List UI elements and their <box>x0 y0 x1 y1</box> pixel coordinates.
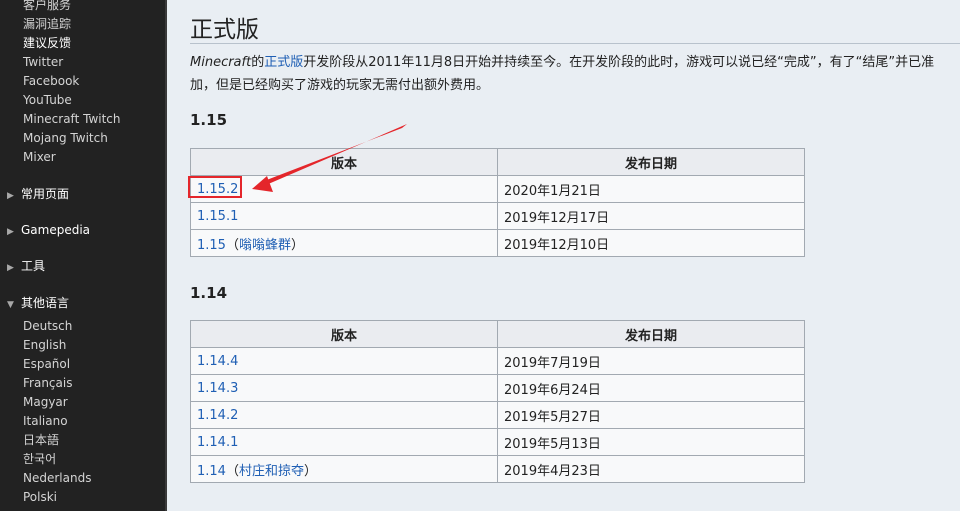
sidebar-link-facebook[interactable]: Facebook <box>23 72 79 91</box>
lang-link-italiano[interactable]: Italiano <box>23 412 68 431</box>
lang-link-espanol[interactable]: Español <box>23 355 70 374</box>
sidebar-section-gamepedia[interactable]: ▶ Gamepedia <box>7 220 90 240</box>
chevron-right-icon: ▶ <box>7 263 14 273</box>
sidebar-link-youtube[interactable]: YouTube <box>23 91 72 110</box>
main-content: 正式版 Minecraft的正式版开发阶段从2011年11月8日开始并持续至今。… <box>167 0 960 511</box>
lang-link-francais[interactable]: Français <box>23 374 72 393</box>
chevron-down-icon: ▼ <box>7 300 14 310</box>
chevron-right-icon: ▶ <box>7 191 14 201</box>
sidebar-link-mixer[interactable]: Mixer <box>23 148 56 167</box>
chevron-right-icon: ▶ <box>7 227 14 237</box>
sidebar-link-minecraft-twitch[interactable]: Minecraft Twitch <box>23 110 121 129</box>
sidebar: 客户服务 漏洞追踪 建议反馈 Twitter Facebook YouTube … <box>0 0 165 511</box>
sidebar-section-common-pages[interactable]: ▶ 常用页面 <box>7 184 69 204</box>
lang-link-deutsch[interactable]: Deutsch <box>23 317 72 336</box>
lang-link-japanese[interactable]: 日本語 <box>23 431 59 450</box>
lang-link-polski[interactable]: Polski <box>23 488 57 507</box>
sidebar-section-languages[interactable]: ▼ 其他语言 <box>7 293 69 313</box>
annotation-arrow-icon <box>252 124 407 192</box>
sidebar-link-bug-tracker[interactable]: 漏洞追踪 <box>23 15 71 34</box>
sidebar-link-twitter[interactable]: Twitter <box>23 53 63 72</box>
lang-link-korean[interactable]: 한국어 <box>23 450 56 469</box>
lang-link-magyar[interactable]: Magyar <box>23 393 68 412</box>
sidebar-section-tools[interactable]: ▶ 工具 <box>7 256 45 276</box>
lang-link-english[interactable]: English <box>23 336 66 355</box>
lang-link-nederlands[interactable]: Nederlands <box>23 469 91 488</box>
sidebar-link-mojang-twitch[interactable]: Mojang Twitch <box>23 129 108 148</box>
sidebar-link-support[interactable]: 客户服务 <box>23 0 71 15</box>
sidebar-link-feedback[interactable]: 建议反馈 <box>23 34 71 53</box>
